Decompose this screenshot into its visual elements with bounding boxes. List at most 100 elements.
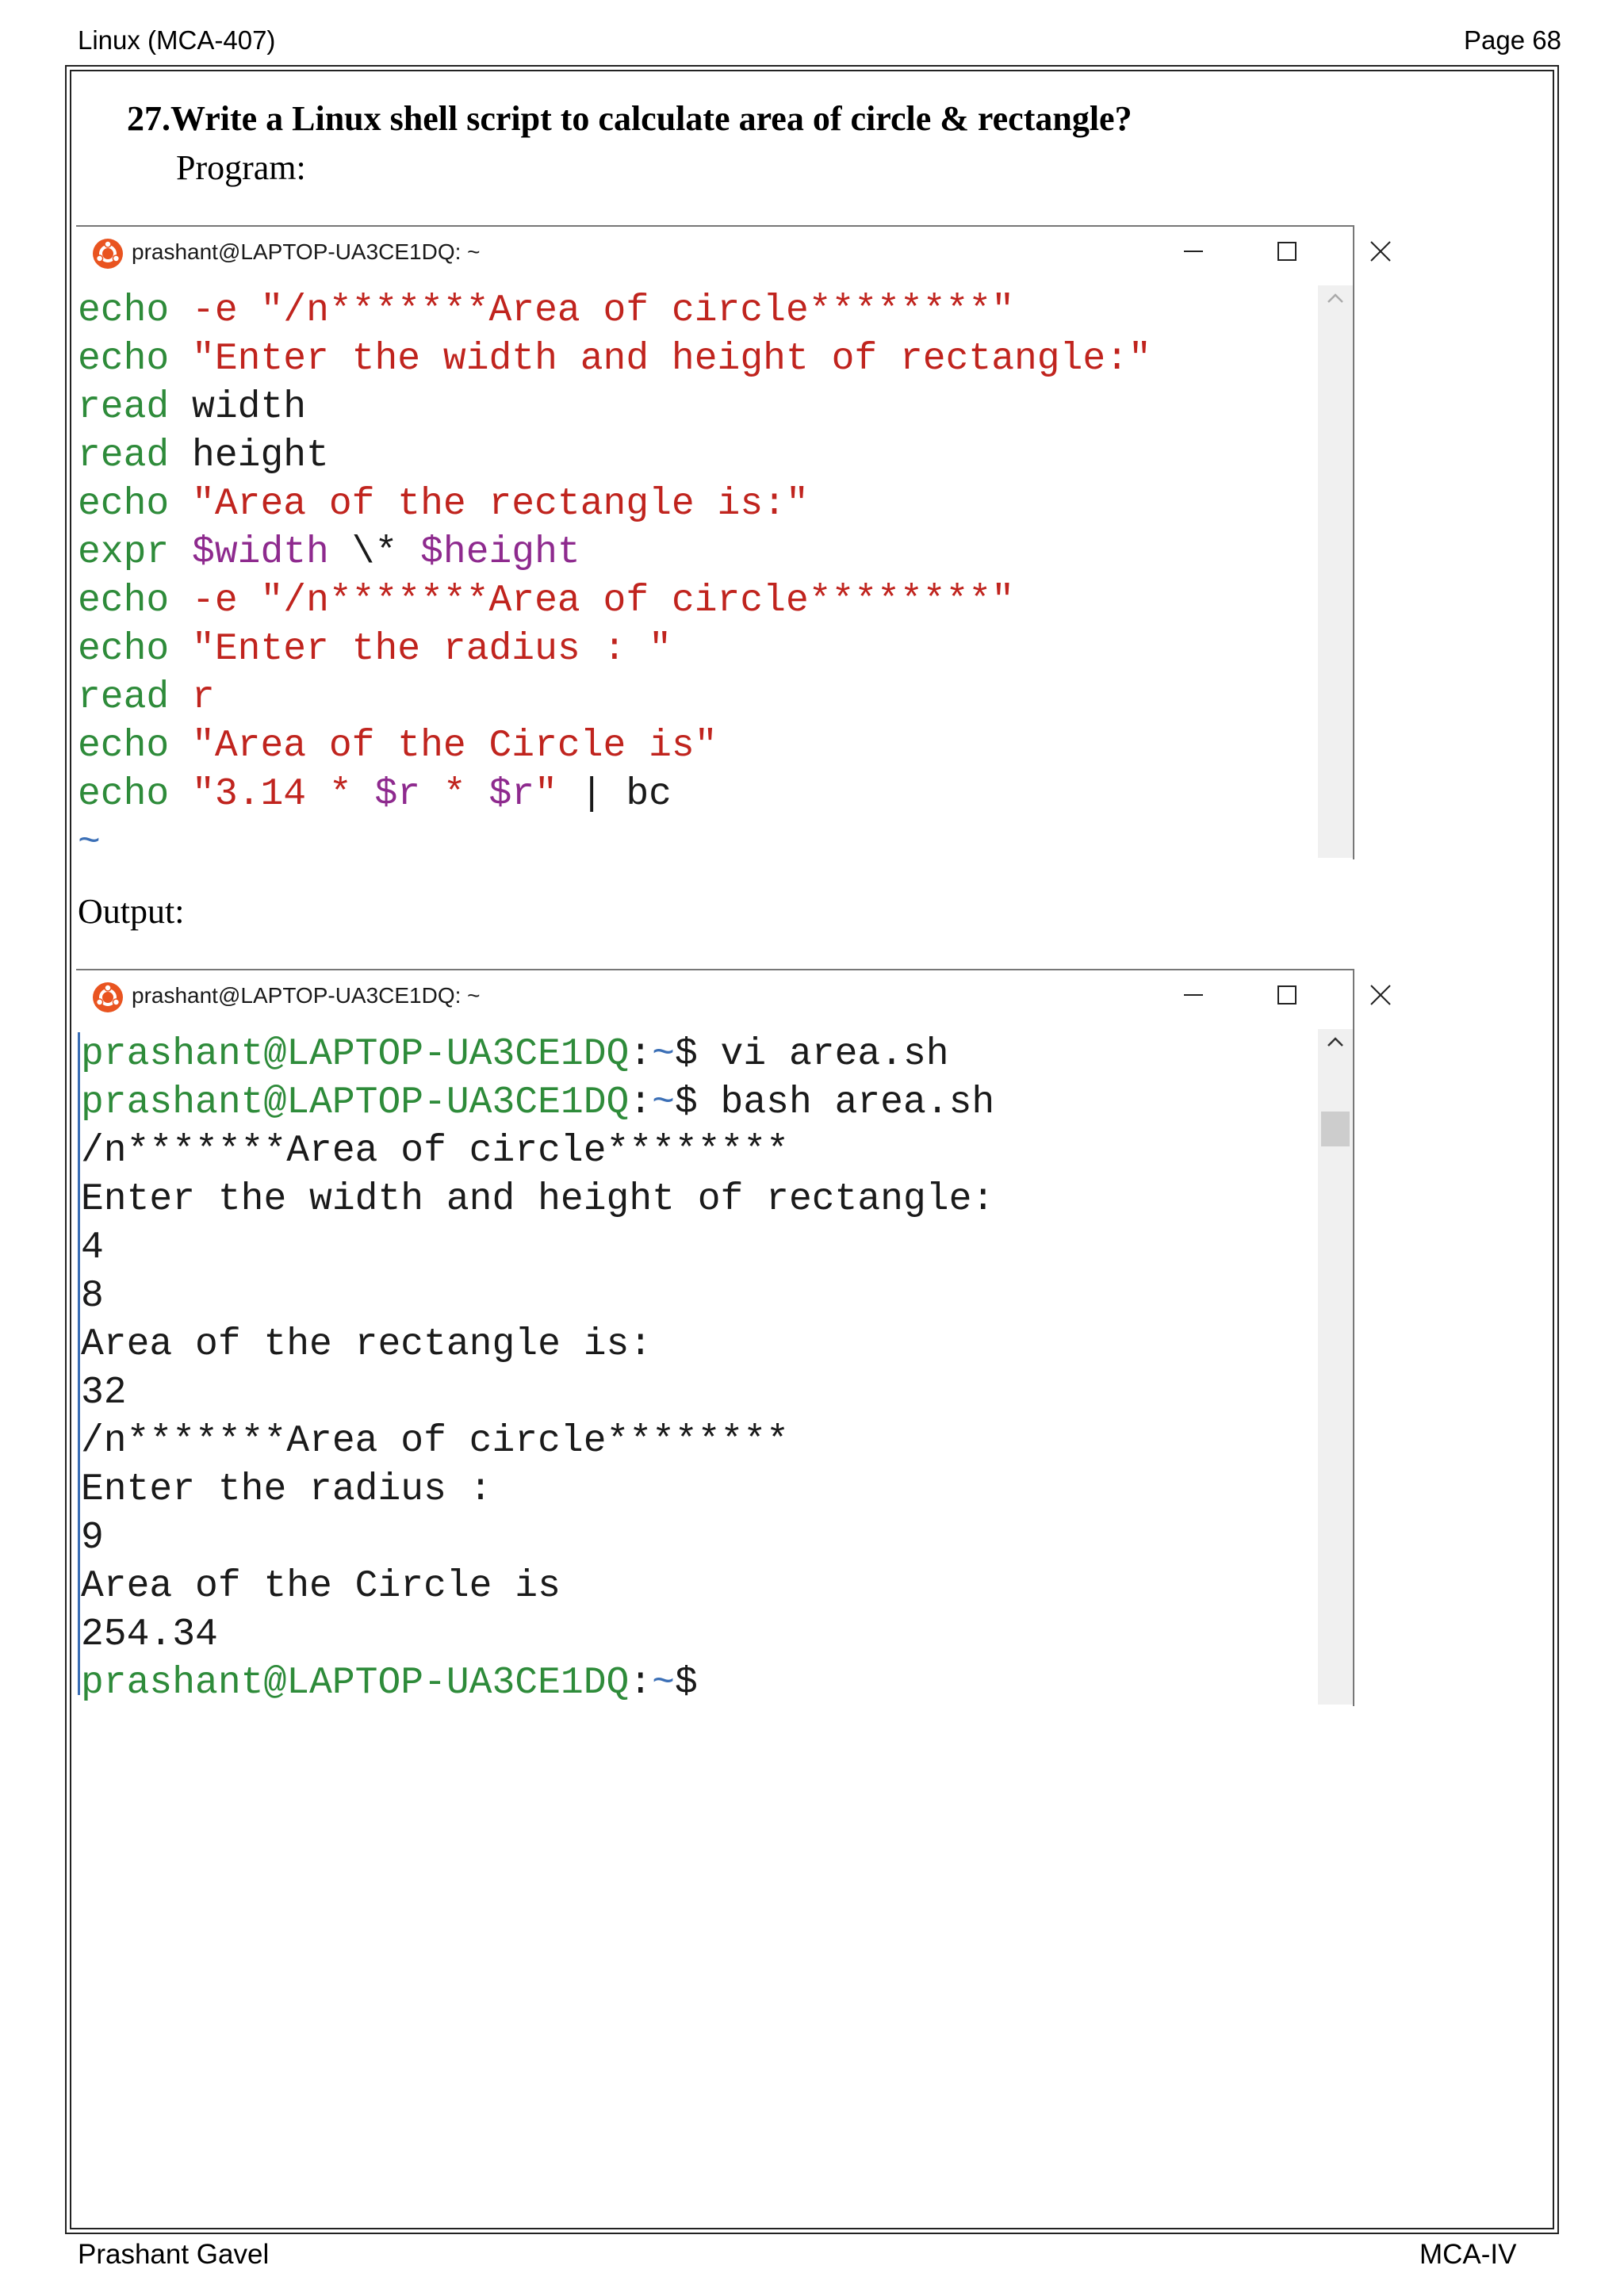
minimize-icon — [1184, 251, 1203, 252]
code-token: "Enter the width and height of rectangle… — [192, 338, 1151, 381]
code-token: "3.14 * — [192, 773, 375, 816]
code-line: echo "Enter the radius : " — [78, 626, 1151, 674]
output-line: 4 — [81, 1224, 994, 1272]
program-terminal-window: prashant@LAPTOP-UA3CE1DQ: ~ echo -e "/n*… — [76, 225, 1391, 864]
question-heading: 27.Write a Linux shell script to calcula… — [127, 99, 1132, 138]
code-token: : — [629, 1033, 653, 1076]
close-button[interactable] — [1361, 232, 1400, 271]
code-token: prashant@LAPTOP-UA3CE1DQ — [81, 1081, 630, 1124]
footer-class: MCA-IV — [1419, 2239, 1517, 2270]
code-token: r — [192, 676, 215, 719]
scrollbar[interactable] — [1318, 1029, 1353, 1705]
code-token: Area of the Circle is — [81, 1565, 561, 1608]
close-icon — [1370, 985, 1391, 1005]
output-line: 9 — [81, 1514, 994, 1563]
code-token: ~ — [652, 1081, 675, 1124]
code-token: read — [78, 676, 170, 719]
code-token: "Area of the rectangle is:" — [192, 483, 809, 526]
code-token: | bc — [557, 773, 672, 816]
maximize-icon — [1277, 985, 1297, 1004]
output-line: Enter the width and height of rectangle: — [81, 1176, 994, 1224]
output-line: Area of the Circle is — [81, 1563, 994, 1611]
code-token: $ vi area.sh — [674, 1033, 949, 1076]
code-line: echo "Area of the rectangle is:" — [78, 480, 1151, 529]
ubuntu-logo-icon — [93, 239, 123, 269]
code-token: ~ — [652, 1662, 675, 1705]
code-token: $ — [674, 1662, 698, 1705]
code-token: width — [169, 386, 307, 429]
code-token: echo — [78, 338, 170, 381]
code-token: prashant@LAPTOP-UA3CE1DQ — [81, 1033, 630, 1076]
code-token: height — [169, 434, 329, 477]
maximize-button[interactable] — [1267, 975, 1307, 1015]
output-line: Area of the rectangle is: — [81, 1321, 994, 1369]
code-line: read width — [78, 384, 1151, 432]
output-terminal-window: prashant@LAPTOP-UA3CE1DQ: ~ prashant@LAP… — [76, 969, 1391, 1708]
code-token: $ bash area.sh — [674, 1081, 995, 1124]
code-token: /n*******Area of circle******** — [81, 1420, 789, 1463]
output-line: prashant@LAPTOP-UA3CE1DQ:~$ vi area.sh — [81, 1031, 994, 1079]
code-token: echo — [78, 483, 170, 526]
scrollbar[interactable] — [1318, 285, 1353, 858]
code-token: " — [534, 773, 557, 816]
window-title: prashant@LAPTOP-UA3CE1DQ: ~ — [132, 983, 481, 1008]
code-token: "Area of the Circle is" — [192, 725, 718, 767]
code-token: Enter the radius : — [81, 1468, 492, 1511]
output-line: prashant@LAPTOP-UA3CE1DQ:~$ — [81, 1659, 994, 1708]
minimize-button[interactable] — [1174, 232, 1213, 271]
code-token: $height — [420, 531, 580, 574]
page-header-left: Linux (MCA-407) — [78, 25, 276, 55]
code-token: 9 — [81, 1517, 104, 1559]
code-line: expr $width \* $height — [78, 529, 1151, 577]
scrollbar-thumb[interactable] — [1321, 1112, 1350, 1146]
code-line: ~ — [78, 819, 1151, 867]
code-token: $r — [374, 773, 421, 816]
code-token: \* — [328, 531, 421, 574]
text-cursor-bar — [78, 1032, 80, 1695]
minimize-icon — [1184, 994, 1203, 996]
code-token: echo — [78, 289, 170, 332]
output-line: prashant@LAPTOP-UA3CE1DQ:~$ bash area.sh — [81, 1079, 994, 1127]
code-token: /n*******Area of circle******** — [81, 1130, 789, 1173]
footer-author: Prashant Gavel — [78, 2239, 270, 2270]
code-token: 254.34 — [81, 1613, 218, 1656]
minimize-button[interactable] — [1174, 975, 1213, 1015]
program-code: echo -e "/n*******Area of circle********… — [78, 287, 1151, 867]
program-label: Program: — [176, 148, 306, 187]
code-token: ~ — [652, 1033, 675, 1076]
window-titlebar[interactable]: prashant@LAPTOP-UA3CE1DQ: ~ — [76, 970, 1391, 1018]
output-label: Output: — [78, 892, 185, 931]
maximize-button[interactable] — [1267, 232, 1307, 271]
code-token: : — [629, 1662, 653, 1705]
window-border — [1353, 969, 1354, 1706]
code-token: ~ — [78, 821, 101, 864]
close-button[interactable] — [1361, 975, 1400, 1015]
ubuntu-logo-icon — [93, 982, 123, 1012]
code-token: 32 — [81, 1372, 127, 1414]
code-token: "Enter the radius : " — [192, 628, 672, 671]
window-titlebar[interactable]: prashant@LAPTOP-UA3CE1DQ: ~ — [76, 227, 1391, 274]
code-token: echo — [78, 628, 170, 671]
code-line: echo "3.14 * $r * $r" | bc — [78, 771, 1151, 819]
code-token: 8 — [81, 1275, 104, 1318]
chevron-up-icon[interactable] — [1326, 292, 1345, 304]
maximize-icon — [1277, 242, 1297, 261]
terminal-output: prashant@LAPTOP-UA3CE1DQ:~$ vi area.sh pr… — [81, 1031, 994, 1708]
window-border — [1353, 225, 1354, 859]
code-token: read — [78, 434, 170, 477]
chevron-up-icon[interactable] — [1326, 1035, 1345, 1048]
code-token: -e — [192, 289, 238, 332]
close-icon — [1370, 241, 1391, 262]
code-token: -e — [192, 580, 238, 622]
code-line: echo -e "/n*******Area of circle********… — [78, 287, 1151, 335]
output-line: /n*******Area of circle******** — [81, 1127, 994, 1176]
output-line: Enter the radius : — [81, 1466, 994, 1514]
